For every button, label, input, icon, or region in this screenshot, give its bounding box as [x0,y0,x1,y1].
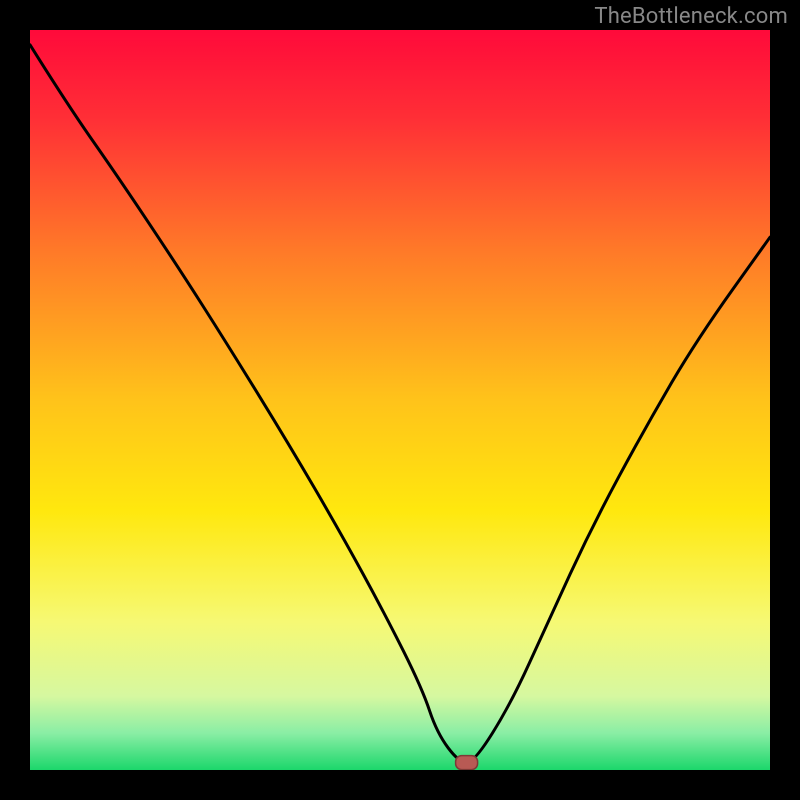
plot-svg [30,30,770,770]
minimum-marker [456,756,478,770]
plot-frame [30,30,770,770]
gradient-background [30,30,770,770]
chart-container: TheBottleneck.com [0,0,800,800]
attribution-label: TheBottleneck.com [594,4,788,29]
